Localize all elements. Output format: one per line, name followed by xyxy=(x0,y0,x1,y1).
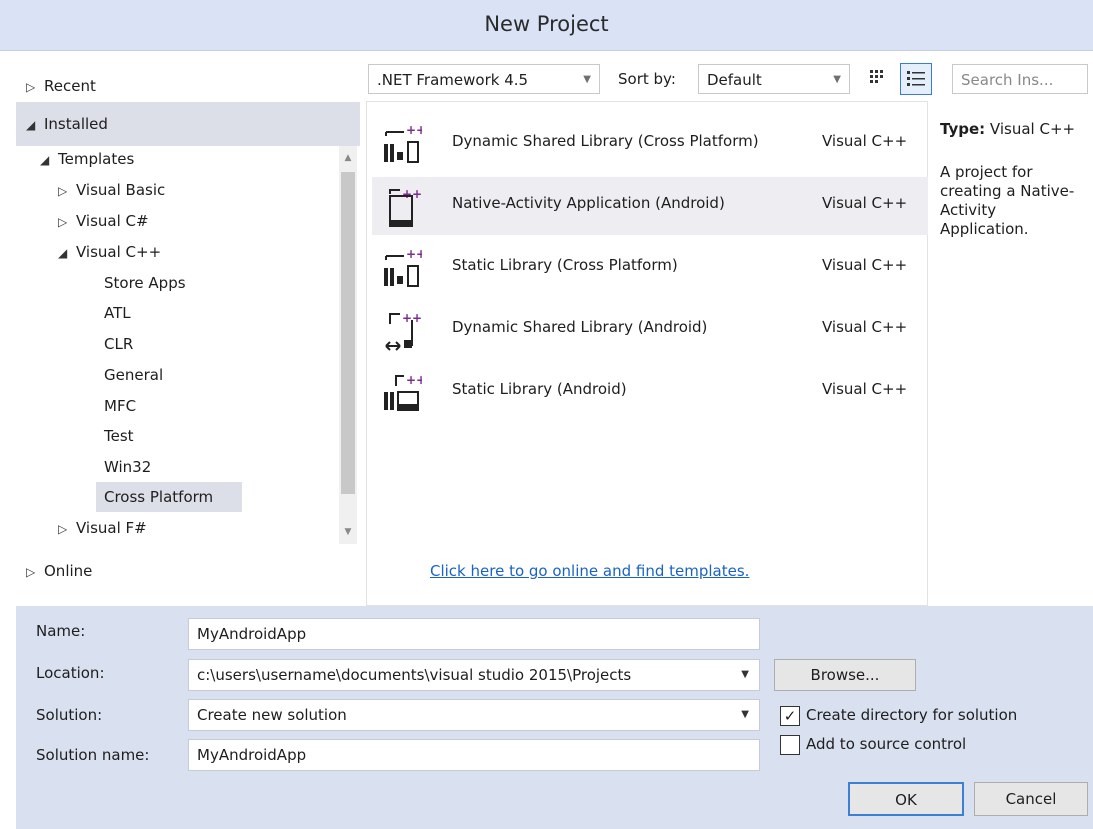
expand-arrow-icon[interactable]: ▷ xyxy=(26,73,44,101)
template-name: Static Library (Android) xyxy=(452,380,627,398)
template-row-static-cross[interactable]: ++ Static Library (Cross Platform) Visua… xyxy=(370,238,926,298)
framework-dropdown[interactable]: .NET Framework 4.5 ▼ xyxy=(368,64,600,94)
svg-text:++: ++ xyxy=(406,248,422,261)
search-installed-input[interactable]: Search Ins... xyxy=(952,64,1088,94)
chevron-down-icon: ▼ xyxy=(583,74,591,85)
location-dropdown[interactable]: c:\users\username\documents\visual studi… xyxy=(188,659,760,691)
chevron-down-icon: ▼ xyxy=(741,709,749,720)
tree-item-visual-cpp[interactable]: ◢ Visual C++ xyxy=(58,238,161,266)
window-title: New Project xyxy=(484,12,609,36)
chevron-down-icon: ▼ xyxy=(833,74,841,85)
solution-name-field[interactable]: MyAndroidApp xyxy=(188,739,760,771)
name-field[interactable]: MyAndroidApp xyxy=(188,618,760,650)
browse-button[interactable]: Browse... xyxy=(774,659,916,691)
tree-scrollbar-thumb[interactable] xyxy=(341,172,355,494)
project-description: A project for creating a Native-Activity… xyxy=(940,163,1075,238)
expand-arrow-icon[interactable]: ▷ xyxy=(58,515,76,543)
collapse-arrow-icon[interactable]: ◢ xyxy=(58,239,76,267)
expand-arrow-icon[interactable]: ▷ xyxy=(26,558,44,586)
template-language: Visual C++ xyxy=(822,318,908,336)
template-language: Visual C++ xyxy=(822,256,908,274)
template-row-static-android[interactable]: ++ Static Library (Android) Visual C++ xyxy=(370,362,926,422)
solution-dropdown[interactable]: Create new solution ▼ xyxy=(188,699,760,731)
tree-item-mfc[interactable]: MFC xyxy=(104,392,136,420)
sort-by-label: Sort by: xyxy=(618,70,676,88)
tree-item-test[interactable]: Test xyxy=(104,422,134,450)
template-language: Visual C++ xyxy=(822,132,908,150)
template-row-native-activity[interactable]: ++ Native-Activity Application (Android)… xyxy=(370,176,926,236)
android-app-icon: ++ xyxy=(389,187,422,227)
tree-item-win32[interactable]: Win32 xyxy=(104,453,151,481)
template-language: Visual C++ xyxy=(822,380,908,398)
android-static-library-icon: ++ xyxy=(384,373,422,411)
scroll-down-icon[interactable]: ▼ xyxy=(339,522,357,542)
checkmark-icon: ✓ xyxy=(783,707,797,725)
template-name: Dynamic Shared Library (Cross Platform) xyxy=(452,132,759,150)
svg-text:++: ++ xyxy=(406,373,422,387)
tree-item-visual-csharp[interactable]: ▷ Visual C# xyxy=(58,207,149,235)
solution-name-label: Solution name: xyxy=(36,746,150,764)
list-view-icon[interactable] xyxy=(900,63,932,95)
tree-item-visual-basic[interactable]: ▷ Visual Basic xyxy=(58,176,165,204)
tree-item-templates[interactable]: ◢ Templates xyxy=(40,145,134,173)
chevron-down-icon: ▼ xyxy=(741,669,749,680)
online-templates-link[interactable]: Click here to go online and find templat… xyxy=(430,562,749,580)
ok-button[interactable]: OK xyxy=(848,782,964,816)
tree-item-atl[interactable]: ATL xyxy=(104,299,131,327)
cross-platform-library-icon: ++ xyxy=(384,124,422,163)
scroll-up-icon[interactable]: ▲ xyxy=(339,148,357,168)
tree-item-online[interactable]: ▷ Online xyxy=(26,557,92,585)
medium-icons-view-icon[interactable] xyxy=(864,64,892,94)
source-control-label: Add to source control xyxy=(806,735,967,753)
tree-item-visual-fsharp[interactable]: ▷ Visual F# xyxy=(58,514,147,542)
template-name: Native-Activity Application (Android) xyxy=(452,194,725,212)
tree-item-store-apps[interactable]: Store Apps xyxy=(104,269,186,297)
create-directory-label: Create directory for solution xyxy=(806,706,1018,724)
create-directory-checkbox[interactable]: ✓ xyxy=(780,706,800,726)
tree-item-recent[interactable]: ▷ Recent xyxy=(26,72,96,100)
location-label: Location: xyxy=(36,664,105,682)
template-row-dynamic-shared-android[interactable]: ++ Dynamic Shared Library (Android) Visu… xyxy=(370,300,926,360)
template-name: Static Library (Cross Platform) xyxy=(452,256,678,274)
project-type: Type: Visual C++ xyxy=(940,120,1076,138)
sort-dropdown[interactable]: Default ▼ xyxy=(698,64,850,94)
source-control-checkbox[interactable] xyxy=(780,735,800,755)
svg-text:++: ++ xyxy=(406,124,422,137)
name-label: Name: xyxy=(36,622,86,640)
template-row-dynamic-shared-cross[interactable]: ++ Dynamic Shared Library (Cross Platfor… xyxy=(370,114,926,174)
tree-item-clr[interactable]: CLR xyxy=(104,330,133,358)
android-shared-library-icon: ++ xyxy=(385,311,422,351)
solution-label: Solution: xyxy=(36,706,103,724)
cancel-button[interactable]: Cancel xyxy=(974,782,1088,816)
expand-arrow-icon[interactable]: ▷ xyxy=(58,177,76,205)
template-language: Visual C++ xyxy=(822,194,908,212)
template-name: Dynamic Shared Library (Android) xyxy=(452,318,708,336)
tree-item-general[interactable]: General xyxy=(104,361,163,389)
cross-platform-library-icon: ++ xyxy=(384,248,422,287)
tree-item-cross-platform[interactable]: Cross Platform xyxy=(104,483,213,511)
collapse-arrow-icon[interactable]: ◢ xyxy=(40,146,58,174)
collapse-arrow-icon[interactable]: ◢ xyxy=(26,111,44,139)
expand-arrow-icon[interactable]: ▷ xyxy=(58,208,76,236)
tree-item-installed[interactable]: ◢ Installed xyxy=(26,110,108,138)
